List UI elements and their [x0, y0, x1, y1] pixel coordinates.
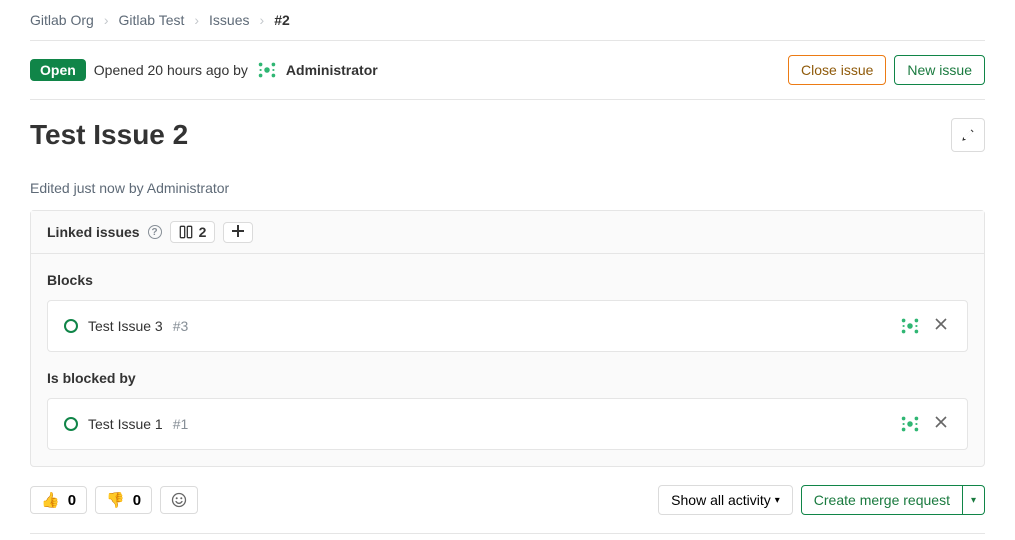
issue-title: Test Issue 2	[30, 119, 188, 151]
thumbs-up-icon: 👍	[41, 491, 60, 509]
linked-issue-name: Test Issue 1	[88, 416, 163, 432]
status-badge: Open	[30, 59, 86, 81]
breadcrumb: Gitlab Org › Gitlab Test › Issues › #2	[30, 0, 985, 40]
thumbs-down-button[interactable]: 👎 0	[95, 486, 152, 514]
avatar[interactable]	[899, 413, 921, 435]
linked-issue-ref: #3	[173, 318, 189, 334]
thumbs-up-button[interactable]: 👍 0	[30, 486, 87, 514]
avatar[interactable]	[256, 59, 278, 81]
avatar[interactable]	[899, 315, 921, 337]
chevron-down-icon: ▾	[971, 495, 976, 506]
edit-title-button[interactable]	[951, 118, 985, 152]
help-icon[interactable]: ?	[148, 225, 162, 239]
author-link[interactable]: Administrator	[286, 62, 378, 78]
activity-row: 👍 0 👎 0 Show all activity ▾ Create merge…	[30, 467, 985, 533]
linked-issue-row[interactable]: Test Issue 3 #3	[47, 300, 968, 352]
thumbs-down-icon: 👎	[106, 491, 125, 509]
plus-icon	[232, 225, 244, 237]
smiley-icon	[171, 492, 187, 508]
close-icon	[935, 318, 947, 330]
create-merge-request-button[interactable]: Create merge request	[801, 485, 963, 515]
new-issue-button[interactable]: New issue	[894, 55, 985, 85]
linked-issues-header: Linked issues ? 2	[31, 211, 984, 254]
breadcrumb-item-org[interactable]: Gitlab Org	[30, 12, 94, 28]
linked-issues-title: Linked issues	[47, 224, 140, 240]
breadcrumb-item-project[interactable]: Gitlab Test	[118, 12, 184, 28]
edited-note: Edited just now by Administrator	[30, 152, 985, 210]
remove-link-button[interactable]	[931, 315, 951, 337]
issue-icon	[179, 225, 193, 239]
breadcrumb-item-issues[interactable]: Issues	[209, 12, 249, 28]
close-issue-button[interactable]: Close issue	[788, 55, 886, 85]
chevron-down-icon: ▾	[775, 495, 780, 506]
chevron-right-icon: ›	[104, 12, 109, 28]
open-status-icon	[64, 319, 78, 333]
linked-issue-row[interactable]: Test Issue 1 #1	[47, 398, 968, 450]
chevron-right-icon: ›	[260, 12, 265, 28]
close-icon	[935, 416, 947, 428]
linked-issue-name: Test Issue 3	[88, 318, 163, 334]
activity-filter-dropdown[interactable]: Show all activity ▾	[658, 485, 793, 515]
create-merge-request-dropdown[interactable]: ▾	[963, 485, 985, 515]
chevron-right-icon: ›	[194, 12, 199, 28]
add-linked-issue-button[interactable]	[223, 222, 253, 243]
divider	[30, 533, 985, 534]
pencil-icon	[960, 127, 976, 143]
opened-text: Opened 20 hours ago by	[94, 62, 248, 78]
breadcrumb-item-current: #2	[274, 12, 290, 28]
blocked-by-group-title: Is blocked by	[47, 370, 968, 386]
open-status-icon	[64, 417, 78, 431]
add-reaction-button[interactable]	[160, 486, 198, 514]
blocks-group-title: Blocks	[47, 272, 968, 288]
remove-link-button[interactable]	[931, 413, 951, 435]
issue-header: Open Opened 20 hours ago by Administrato…	[30, 41, 985, 99]
linked-count-pill: 2	[170, 221, 216, 243]
linked-issue-ref: #1	[173, 416, 189, 432]
linked-issues-card: Linked issues ? 2 Blocks Test Issue 3 #3	[30, 210, 985, 467]
